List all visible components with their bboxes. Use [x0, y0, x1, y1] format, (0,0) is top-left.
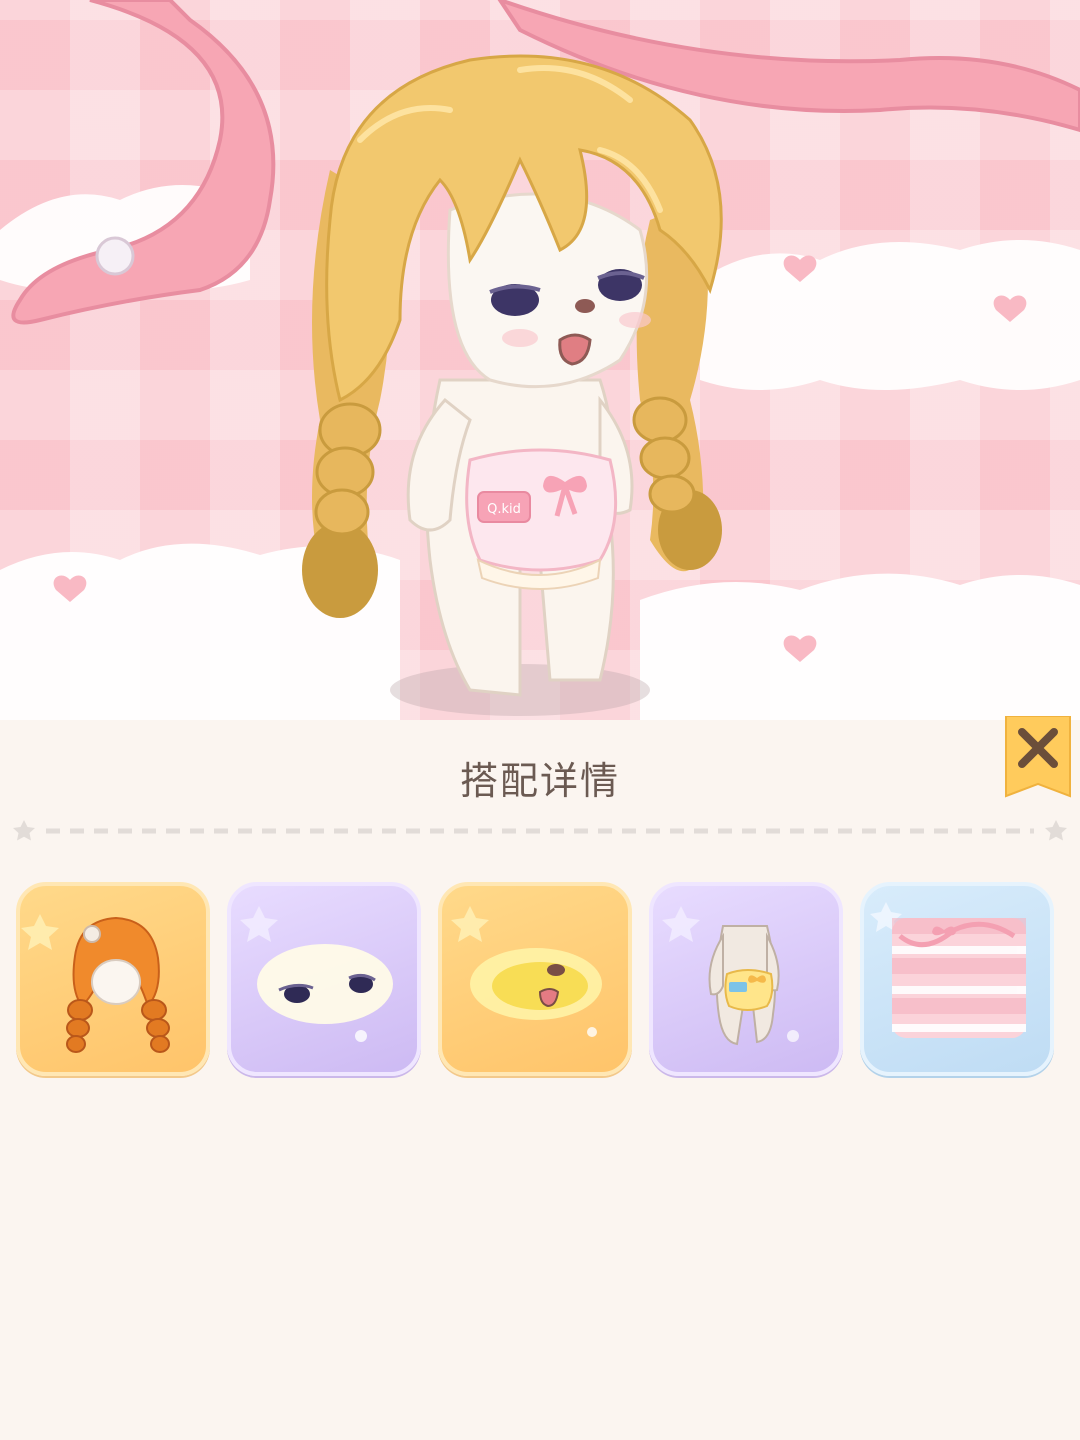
outfit-item-list	[16, 882, 1066, 1078]
pearl-icon	[95, 236, 135, 276]
section-divider	[13, 820, 1067, 841]
outfit-tag-label: Q.kid	[487, 502, 521, 517]
pink-gingham-ribbon-background-icon	[870, 902, 1026, 1038]
hair-item[interactable]	[16, 882, 210, 1076]
panel-title: 搭配详情	[459, 759, 620, 803]
outfit-item[interactable]	[649, 882, 843, 1076]
close-button[interactable]	[1004, 715, 1072, 800]
star-icon	[13, 820, 35, 841]
preview-scene: Q.kid	[0, 0, 1080, 720]
character-preview: Q.kid	[0, 0, 1080, 720]
close-x-icon	[1005, 715, 1071, 798]
background-item[interactable]	[860, 882, 1054, 1076]
star-icon	[1045, 820, 1067, 841]
apron-outfit: Q.kid	[465, 448, 618, 590]
sleepy-eyes-icon	[240, 906, 393, 1042]
mouth-item[interactable]	[438, 882, 632, 1076]
orange-curly-braided-hair-icon	[21, 914, 170, 1053]
bear-body-apron-outfit-icon	[662, 906, 799, 1046]
eyes-item[interactable]	[227, 882, 421, 1076]
open-mouth-snout-icon	[451, 906, 602, 1037]
